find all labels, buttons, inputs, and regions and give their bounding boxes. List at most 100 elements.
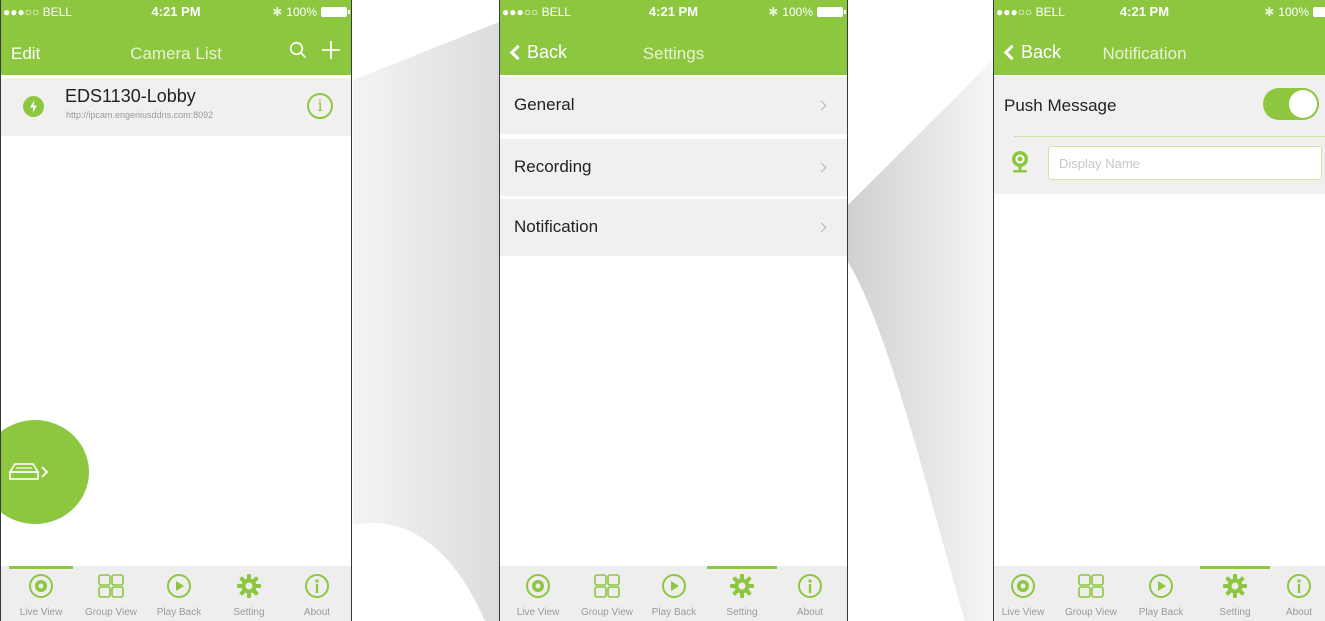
tab-group-view[interactable]: Group View: [572, 569, 642, 621]
settings-item-label: Recording: [514, 157, 592, 176]
back-label: Back: [1021, 42, 1062, 62]
battery-percent: 100%: [286, 5, 317, 19]
nav-bar: ●●●○○ BELL 4:21 PM ✱ 100% Settings Back: [500, 0, 847, 75]
tab-setting[interactable]: Setting: [214, 569, 284, 621]
push-message-row: Push Message: [994, 76, 1325, 134]
play-back-icon: [167, 574, 191, 598]
tab-label: Live View: [516, 607, 560, 618]
status-bar: ●●●○○ BELL 4:21 PM ✱ 100%: [500, 0, 847, 24]
status-bar: ●●●○○ BELL 4:21 PM ✱ 100%: [1, 0, 351, 24]
gear-icon: [1223, 574, 1247, 598]
nav-row: Notification Back: [994, 32, 1325, 72]
tab-label: Group View: [1064, 607, 1118, 618]
tab-label: Group View: [580, 607, 634, 618]
group-view-icon: [594, 574, 620, 598]
tab-bar: Live View Group View Play Back Setting A…: [1, 566, 351, 621]
tab-setting[interactable]: Setting: [1200, 569, 1270, 621]
bluetooth-icon: ✱: [1264, 5, 1275, 19]
tab-play-back[interactable]: Play Back: [144, 569, 214, 621]
live-view-icon: [1011, 574, 1035, 598]
tab-label: About: [1285, 607, 1313, 618]
settings-item-label: General: [514, 95, 575, 114]
notification-screen: ●●●○○ BELL 4:21 PM ✱ 100% Notification B…: [993, 0, 1325, 621]
tab-label: Setting: [1219, 607, 1251, 618]
tab-label: Setting: [726, 607, 758, 618]
search-icon[interactable]: [289, 41, 307, 59]
tab-label: About: [796, 607, 824, 618]
nav-row: Edit Camera List: [1, 32, 351, 72]
bluetooth-icon: ✱: [272, 5, 283, 19]
about-icon: [1287, 574, 1311, 598]
camera-info-icon[interactable]: i: [307, 93, 333, 119]
chevron-left-icon: [1003, 44, 1020, 61]
toggle-knob: [1289, 90, 1317, 118]
settings-item-notification[interactable]: Notification: [500, 199, 847, 257]
push-message-label: Push Message: [1004, 96, 1117, 115]
chevron-right-icon: [816, 100, 827, 111]
battery-percent: 100%: [1278, 5, 1309, 19]
row-divider: [1014, 136, 1325, 137]
group-view-icon: [98, 574, 124, 598]
tab-label: Setting: [233, 607, 265, 618]
tab-play-back[interactable]: Play Back: [1126, 569, 1196, 621]
chevron-left-icon: [509, 44, 526, 61]
tab-live-view[interactable]: Live View: [6, 569, 76, 621]
tab-label: Play Back: [1138, 607, 1184, 618]
play-back-icon: [662, 574, 686, 598]
tab-setting[interactable]: Setting: [707, 569, 777, 621]
play-back-icon: [1149, 574, 1173, 598]
display-name-input[interactable]: [1048, 146, 1322, 180]
connector-shape-1: [353, 22, 499, 621]
battery-icon: [321, 7, 350, 17]
tab-bar: Live View Group View Play Back Setting A…: [994, 566, 1325, 621]
live-view-icon: [526, 574, 550, 598]
back-button[interactable]: Back: [1002, 42, 1061, 63]
about-icon: [798, 574, 822, 598]
tab-label: Live View: [19, 607, 63, 618]
tab-about[interactable]: About: [282, 569, 351, 621]
back-label: Back: [527, 42, 568, 62]
settings-item-label: Notification: [514, 217, 599, 236]
about-icon: [305, 574, 329, 598]
tab-label: Live View: [1001, 607, 1045, 618]
camera-url: http://ipcam.engeniusddns.com:8092: [66, 110, 214, 120]
chevron-right-icon: [816, 162, 827, 173]
camera-status-icon: [23, 96, 44, 117]
tab-about[interactable]: About: [1264, 569, 1325, 621]
connector-shape-2: [848, 60, 993, 621]
battery-status: ✱ 100%: [768, 5, 846, 19]
tab-label: Play Back: [156, 607, 202, 618]
nav-bar: ●●●○○ BELL 4:21 PM ✱ 100% Notification B…: [994, 0, 1325, 75]
router-icon: [8, 463, 49, 480]
nav-bar: ●●●○○ BELL 4:21 PM ✱ 100% Edit Camera Li…: [1, 0, 351, 75]
live-view-icon: [29, 574, 53, 598]
tab-group-view[interactable]: Group View: [76, 569, 146, 621]
webcam-icon: [1012, 151, 1028, 173]
tab-label: Play Back: [651, 607, 697, 618]
tab-live-view[interactable]: Live View: [503, 569, 573, 621]
stage: ●●●○○ BELL 4:21 PM ✱ 100% Edit Camera Li…: [0, 0, 1325, 621]
nav-row: Settings Back: [500, 32, 847, 72]
push-message-toggle[interactable]: [1263, 88, 1319, 120]
tab-live-view[interactable]: Live View: [994, 569, 1058, 621]
gear-icon: [237, 574, 261, 598]
chevron-right-icon: [816, 222, 827, 233]
back-button[interactable]: Back: [508, 42, 567, 63]
tab-play-back[interactable]: Play Back: [639, 569, 709, 621]
tab-label: About: [303, 607, 331, 618]
tab-about[interactable]: About: [775, 569, 845, 621]
settings-item-recording[interactable]: Recording: [500, 139, 847, 197]
settings-item-general[interactable]: General: [500, 77, 847, 135]
camera-list-item[interactable]: EDS1130-Lobby http://ipcam.engeniusddns.…: [1, 78, 351, 136]
battery-icon: [817, 7, 846, 17]
settings-screen: ●●●○○ BELL 4:21 PM ✱ 100% Settings Back …: [499, 0, 848, 621]
tab-bar: Live View Group View Play Back Setting A…: [500, 566, 847, 621]
status-bar: ●●●○○ BELL 4:21 PM ✱ 100%: [994, 0, 1325, 24]
battery-status: ✱ 100%: [272, 5, 350, 19]
tab-group-view[interactable]: Group View: [1056, 569, 1126, 621]
add-icon[interactable]: [321, 40, 341, 60]
tab-label: Group View: [84, 607, 138, 618]
device-drawer-button[interactable]: [1, 420, 89, 524]
battery-status: ✱ 100%: [1264, 5, 1325, 19]
bluetooth-icon: ✱: [768, 5, 779, 19]
